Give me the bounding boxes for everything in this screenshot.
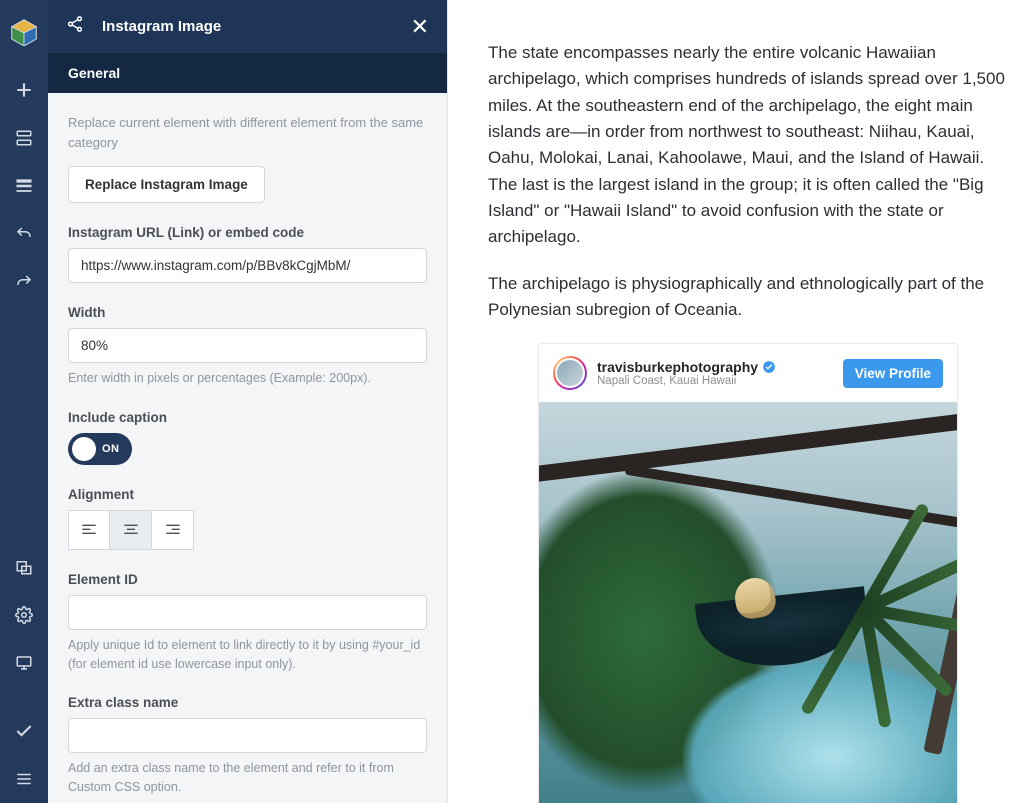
- undo-button[interactable]: [0, 210, 48, 258]
- content-paragraph-1: The state encompasses nearly the entire …: [488, 40, 1012, 251]
- align-center-button[interactable]: [110, 510, 152, 550]
- page-preview: The state encompasses nearly the entire …: [448, 0, 1024, 803]
- replace-element-button[interactable]: Replace Instagram Image: [68, 166, 265, 203]
- share-icon: [66, 15, 84, 38]
- extra-class-hint: Add an extra class name to the element a…: [68, 759, 427, 797]
- instagram-avatar[interactable]: [553, 356, 587, 390]
- toggle-knob: [72, 437, 96, 461]
- layout-button[interactable]: [0, 543, 48, 591]
- alignment-group: [68, 510, 427, 550]
- redo-button[interactable]: [0, 258, 48, 306]
- instagram-image[interactable]: [539, 402, 957, 803]
- align-left-button[interactable]: [68, 510, 110, 550]
- element-id-input[interactable]: [68, 595, 427, 630]
- app-logo: [10, 18, 38, 46]
- include-caption-toggle[interactable]: ON: [68, 433, 132, 465]
- panel-header: Instagram Image ✕: [48, 0, 447, 53]
- tab-general[interactable]: General: [48, 53, 447, 93]
- instagram-username: travisburkephotography: [597, 359, 758, 375]
- instagram-user-block: travisburkephotography Napali Coast, Kau…: [597, 359, 776, 387]
- menu-button[interactable]: [0, 755, 48, 803]
- alignment-label: Alignment: [68, 487, 427, 502]
- element-settings-panel: Instagram Image ✕ General Replace curren…: [48, 0, 448, 803]
- templates-button[interactable]: [0, 114, 48, 162]
- extra-class-label: Extra class name: [68, 695, 427, 710]
- panel-body: Replace current element with different e…: [48, 93, 447, 803]
- add-element-button[interactable]: [0, 66, 48, 114]
- panel-title: Instagram Image: [102, 18, 221, 35]
- instagram-location: Napali Coast, Kauai Hawaii: [597, 375, 776, 387]
- width-hint: Enter width in pixels or percentages (Ex…: [68, 369, 427, 388]
- caption-label: Include caption: [68, 410, 427, 425]
- desktop-preview-button[interactable]: [0, 639, 48, 687]
- element-id-hint: Apply unique Id to element to link direc…: [68, 636, 427, 674]
- width-input[interactable]: [68, 328, 427, 363]
- view-profile-button[interactable]: View Profile: [843, 359, 943, 388]
- content-paragraph-2: The archipelago is physiographically and…: [488, 271, 1012, 324]
- element-id-label: Element ID: [68, 572, 427, 587]
- settings-button[interactable]: [0, 591, 48, 639]
- instagram-embed: travisburkephotography Napali Coast, Kau…: [538, 343, 958, 803]
- instagram-url-input[interactable]: [68, 248, 427, 283]
- extra-class-input[interactable]: [68, 718, 427, 753]
- verified-icon: [762, 360, 776, 374]
- url-label: Instagram URL (Link) or embed code: [68, 225, 427, 240]
- align-right-button[interactable]: [152, 510, 194, 550]
- width-label: Width: [68, 305, 427, 320]
- instagram-header: travisburkephotography Napali Coast, Kau…: [539, 344, 957, 402]
- replace-description: Replace current element with different e…: [68, 113, 427, 152]
- close-panel-button[interactable]: ✕: [411, 16, 429, 38]
- instagram-username-row[interactable]: travisburkephotography: [597, 359, 776, 375]
- toggle-on-label: ON: [102, 443, 120, 455]
- save-button[interactable]: [0, 707, 48, 755]
- tree-view-button[interactable]: [0, 162, 48, 210]
- left-rail: [0, 0, 48, 803]
